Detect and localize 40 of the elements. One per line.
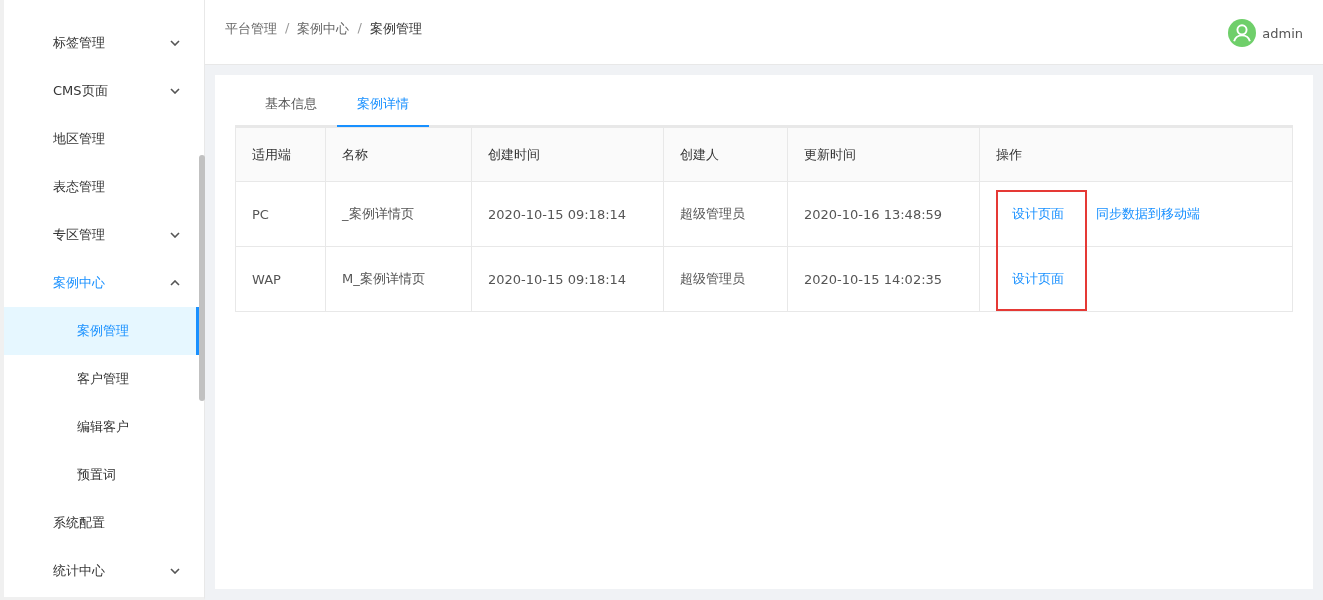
chevron-up-icon — [170, 280, 180, 286]
chevron-down-icon — [170, 40, 180, 46]
breadcrumb-separator: / — [357, 20, 362, 35]
column-header: 更新时间 — [787, 127, 980, 182]
menu-item[interactable]: 地区管理 — [4, 115, 200, 163]
breadcrumb-separator: / — [285, 20, 290, 35]
column-header: 创建人 — [663, 127, 788, 182]
table-cell: 2020-10-15 14:02:35 — [804, 271, 943, 287]
menu-item[interactable]: CMS页面 — [4, 67, 200, 115]
column-header: 名称 — [325, 127, 472, 182]
chevron-down-icon — [170, 232, 180, 238]
breadcrumb-link[interactable]: 案例中心 — [297, 20, 350, 38]
menu-item[interactable]: 统计中心 — [4, 547, 200, 595]
table-cell: 2020-10-15 09:18:14 — [488, 271, 627, 287]
table-cell: 超级管理员 — [680, 206, 745, 221]
submenu-item[interactable]: 客户管理 — [4, 355, 199, 403]
table-cell: _案例详情页 — [342, 206, 414, 221]
breadcrumb-link[interactable]: 平台管理 — [225, 20, 277, 38]
table-cell: 2020-10-16 13:48:59 — [804, 206, 943, 222]
column-header: 适用端 — [235, 127, 326, 182]
table-cell: 2020-10-15 09:18:14 — [488, 206, 627, 222]
chevron-down-icon — [170, 88, 180, 94]
breadcrumb-link[interactable]: 案例管理 — [369, 20, 422, 38]
tab[interactable]: 基本信息 — [245, 85, 337, 127]
menu-item[interactable]: 系统配置 — [4, 499, 200, 547]
menu-item[interactable]: 标签管理 — [4, 19, 200, 67]
table-cell: WAP — [252, 271, 281, 287]
user-name[interactable]: admin — [1262, 25, 1303, 41]
submenu-item[interactable]: 编辑客户 — [4, 403, 199, 451]
menu-item[interactable]: 专区管理 — [4, 211, 200, 259]
column-header: 操作 — [979, 127, 1293, 182]
menu-item[interactable]: 表态管理 — [4, 163, 200, 211]
table-cell: M_案例详情页 — [342, 271, 425, 286]
chevron-down-icon — [170, 568, 180, 574]
scrollbar-thumb[interactable] — [199, 155, 205, 401]
table-cell: 超级管理员 — [680, 271, 745, 286]
user-avatar-icon[interactable] — [1228, 19, 1257, 47]
submenu-item[interactable]: 预置词 — [4, 451, 199, 499]
table-cell: PC — [252, 206, 269, 222]
column-header: 创建时间 — [471, 127, 664, 182]
